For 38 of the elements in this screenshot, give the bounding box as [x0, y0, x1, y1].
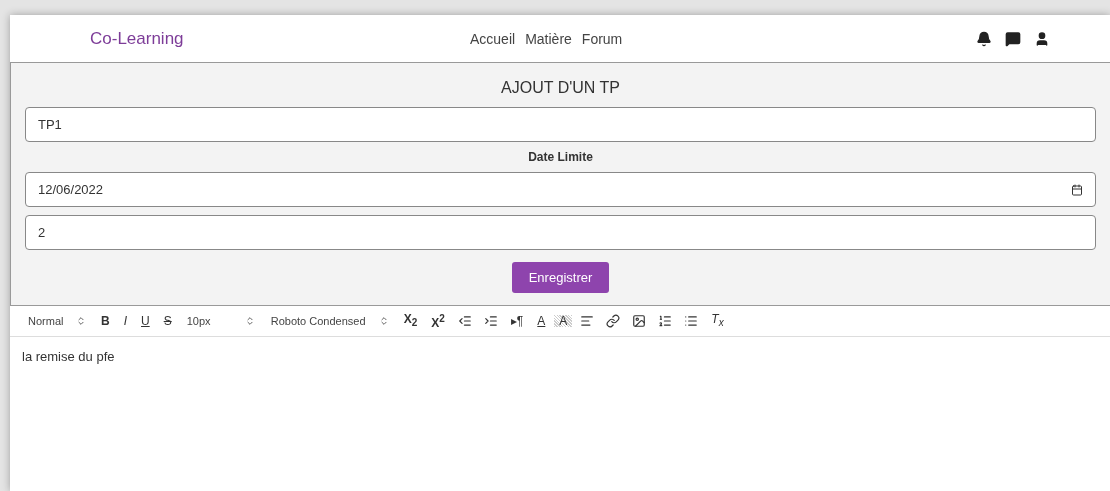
outdent-icon[interactable] [457, 314, 472, 328]
image-icon[interactable] [632, 314, 647, 328]
bell-icon[interactable] [976, 30, 992, 47]
save-button[interactable]: Enregistrer [511, 262, 610, 293]
brand-logo[interactable]: Co-Learning [90, 28, 470, 49]
nav-link[interactable]: Accueil [470, 30, 516, 47]
link-icon[interactable] [606, 314, 621, 328]
date-field[interactable]: 12/06/2022 [25, 172, 1096, 207]
form-title: AJOUT D'UN TP [501, 79, 620, 97]
format-select[interactable]: Roboto Condensed [264, 315, 395, 327]
number-field[interactable]: 2 [25, 215, 1096, 250]
format-button[interactable]: S [158, 315, 177, 327]
format-button[interactable]: B [96, 315, 115, 327]
user-icon[interactable] [1034, 30, 1050, 47]
caret-icon [244, 316, 255, 326]
format-select[interactable]: 10px [180, 315, 261, 327]
chat-icon[interactable] [1005, 30, 1021, 47]
format-button[interactable]: T$_{x}$ [706, 313, 729, 329]
format-button[interactable]: X$^{2}$ [426, 313, 450, 329]
bullet-list-icon[interactable] [684, 314, 699, 328]
format-button[interactable]: A [554, 315, 573, 327]
format-button[interactable]: A [532, 315, 551, 327]
format-button[interactable]: U [136, 315, 155, 327]
date-label: Date Limite [528, 150, 593, 164]
indent-icon[interactable] [483, 314, 498, 328]
caret-icon [378, 316, 389, 326]
format-button[interactable]: X$_{2}$ [398, 313, 423, 329]
numbered-list-icon[interactable] [658, 314, 673, 328]
format-select[interactable]: Normal [22, 315, 92, 327]
nav-link[interactable]: Forum [581, 30, 623, 47]
align-left-icon[interactable] [580, 314, 595, 328]
nav-link[interactable]: Matière [525, 30, 572, 47]
calendar-icon[interactable] [1071, 183, 1083, 196]
caret-icon [76, 316, 86, 326]
editor-text[interactable]: la remise du pfe [10, 337, 1110, 376]
name-field[interactable]: TP1 [25, 107, 1096, 142]
format-button[interactable]: I [118, 315, 132, 327]
format-button[interactable]: ▸¶ [505, 315, 529, 327]
